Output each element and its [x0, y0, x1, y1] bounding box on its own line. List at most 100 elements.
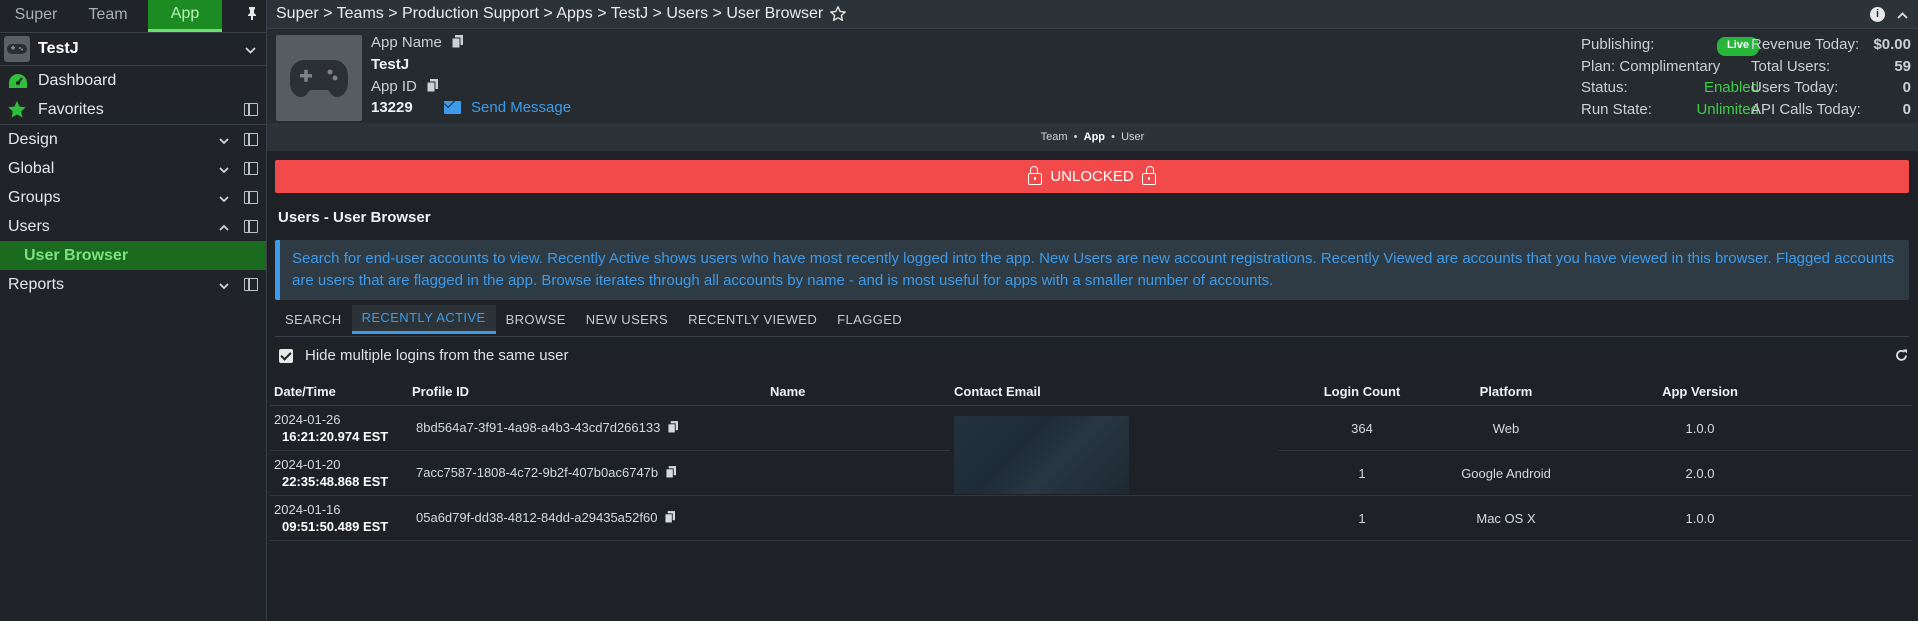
- info-box: Search for end-user accounts to view. Re…: [275, 240, 1909, 300]
- runstate-label: Run State:: [1581, 100, 1652, 118]
- scope-team: Team: [1040, 131, 1068, 143]
- sidebar-item-global[interactable]: Global: [0, 154, 266, 183]
- chevron-up-icon[interactable]: [218, 219, 230, 234]
- tab-browse[interactable]: BROWSE: [496, 305, 576, 334]
- sidebar-item-user-browser[interactable]: User Browser: [0, 241, 266, 270]
- sidebar-item-label: Favorites: [38, 100, 104, 118]
- envelope-icon: [444, 101, 461, 114]
- revenue-value: $0.00: [1873, 36, 1911, 53]
- favorite-star-icon[interactable]: [829, 5, 847, 25]
- app-selector[interactable]: TestJ: [0, 33, 266, 66]
- col-name[interactable]: Name: [766, 377, 950, 406]
- scope-tabs: Super Team App: [0, 0, 266, 33]
- col-login-count[interactable]: Login Count: [1278, 377, 1446, 406]
- sidebar-item-dashboard[interactable]: Dashboard: [0, 66, 266, 95]
- tab-flagged[interactable]: FLAGGED: [827, 305, 912, 334]
- sidebar-item-groups[interactable]: Groups: [0, 183, 266, 212]
- chevron-down-icon[interactable]: [218, 277, 230, 292]
- divider: [275, 336, 1909, 337]
- row-name: [766, 450, 950, 496]
- open-panel-icon[interactable]: [244, 220, 258, 233]
- copy-icon[interactable]: [664, 511, 676, 526]
- main-content: Super > Teams > Production Support > App…: [267, 0, 1918, 621]
- row-email: [950, 495, 1278, 541]
- col-app-version[interactable]: App Version: [1566, 377, 1834, 406]
- users-table: Date/Time Profile ID Name Contact Email …: [270, 377, 1912, 541]
- table-row[interactable]: 2024-01-16 09:51:50.489 EST 05a6d79f-dd38…: [270, 495, 1912, 541]
- open-panel-icon[interactable]: [244, 278, 258, 291]
- row-login-count: 1: [1278, 495, 1446, 541]
- tab-new-users[interactable]: NEW USERS: [576, 305, 678, 334]
- app-thumbnail-gamepad-icon: [276, 35, 362, 121]
- top-bar: Super > Teams > Production Support > App…: [267, 0, 1918, 29]
- scope-user: User: [1121, 131, 1145, 143]
- sidebar: Super Team App TestJ Dashboard Favorites…: [0, 0, 267, 621]
- col-contact-email[interactable]: Contact Email: [950, 377, 1278, 406]
- pin-icon[interactable]: [222, 0, 266, 32]
- tab-recently-active[interactable]: RECENTLY ACTIVE: [351, 305, 496, 334]
- app-status-panel: Publishing: Live Plan: Complimentary Stat…: [1581, 34, 1759, 120]
- row-date: 2024-01-16: [274, 502, 341, 517]
- tab-app[interactable]: App: [148, 0, 222, 32]
- page-title: Users - User Browser: [278, 209, 431, 226]
- users-today-value: 0: [1902, 79, 1911, 96]
- chevron-up-icon[interactable]: [1897, 7, 1908, 22]
- open-panel-icon[interactable]: [244, 162, 258, 175]
- total-users-label: Total Users:: [1751, 57, 1831, 75]
- runstate-value: Unlimited: [1696, 100, 1759, 118]
- refresh-icon[interactable]: [1895, 349, 1908, 366]
- app-header: App Name TestJ App ID 13229 Send Message…: [267, 29, 1918, 123]
- chevron-down-icon[interactable]: [218, 132, 230, 147]
- row-version: 2.0.0: [1566, 450, 1834, 496]
- revenue-label: Revenue Today:: [1751, 36, 1860, 53]
- col-datetime[interactable]: Date/Time: [270, 377, 408, 406]
- open-panel-icon[interactable]: [244, 191, 258, 204]
- breadcrumb[interactable]: Super > Teams > Production Support > App…: [276, 5, 1870, 23]
- scope-app: App: [1083, 131, 1106, 143]
- plan-text: Plan: Complimentary: [1581, 57, 1721, 75]
- row-profile-id[interactable]: 05a6d79f-dd38-4812-84dd-a29435a52f60: [416, 510, 657, 525]
- tab-search[interactable]: SEARCH: [275, 305, 352, 334]
- row-time: 16:21:20.974 EST: [282, 429, 389, 444]
- status-label: Status:: [1581, 79, 1628, 96]
- sidebar-item-label: Dashboard: [38, 71, 117, 89]
- sidebar-item-users[interactable]: Users: [0, 212, 266, 241]
- unlocked-banner[interactable]: UNLOCKED: [275, 160, 1909, 193]
- sidebar-item-favorites[interactable]: Favorites: [0, 95, 266, 125]
- tab-recently-viewed[interactable]: RECENTLY VIEWED: [678, 305, 827, 334]
- row-login-count: 1: [1278, 450, 1446, 496]
- row-profile-id[interactable]: 7acc7587-1808-4c72-9b2f-407b0ac6747b: [416, 465, 658, 480]
- open-panel-icon[interactable]: [244, 103, 258, 116]
- sidebar-item-label: Users: [8, 217, 50, 235]
- copy-icon[interactable]: [665, 466, 677, 481]
- row-platform: Mac OS X: [1446, 495, 1566, 541]
- copy-icon[interactable]: [451, 34, 464, 52]
- info-icon[interactable]: i: [1870, 6, 1885, 22]
- table-row[interactable]: 2024-01-26 16:21:20.974 EST 8bd564a7-3f91…: [270, 405, 1912, 496]
- dashboard-icon: [8, 73, 30, 89]
- copy-icon[interactable]: [667, 421, 679, 436]
- redacted-email: [954, 416, 1129, 494]
- chevron-down-icon: [245, 41, 262, 57]
- chevron-down-icon[interactable]: [218, 161, 230, 176]
- row-time: 09:51:50.489 EST: [282, 519, 389, 534]
- row-name: [766, 405, 950, 451]
- api-calls-value: 0: [1902, 100, 1911, 118]
- sidebar-item-design[interactable]: Design: [0, 125, 266, 154]
- chevron-down-icon[interactable]: [218, 190, 230, 205]
- sidebar-item-label: Groups: [8, 188, 61, 206]
- col-platform[interactable]: Platform: [1446, 377, 1566, 406]
- open-panel-icon[interactable]: [244, 133, 258, 146]
- tab-super[interactable]: Super: [0, 0, 72, 32]
- checkbox-checked-icon[interactable]: [279, 348, 293, 363]
- app-id-label: App ID: [371, 78, 417, 95]
- send-message-link[interactable]: Send Message: [444, 99, 571, 116]
- sidebar-item-reports[interactable]: Reports: [0, 270, 266, 299]
- tab-team[interactable]: Team: [72, 0, 144, 32]
- row-profile-id[interactable]: 8bd564a7-3f91-4a98-a4b3-43cd7d266133: [416, 420, 660, 435]
- copy-icon[interactable]: [426, 78, 439, 96]
- api-calls-label: API Calls Today:: [1751, 100, 1861, 118]
- sidebar-item-label: User Browser: [24, 246, 129, 264]
- col-profile-id[interactable]: Profile ID: [408, 377, 766, 406]
- hide-multiple-logins-checkbox[interactable]: Hide multiple logins from the same user: [279, 347, 568, 364]
